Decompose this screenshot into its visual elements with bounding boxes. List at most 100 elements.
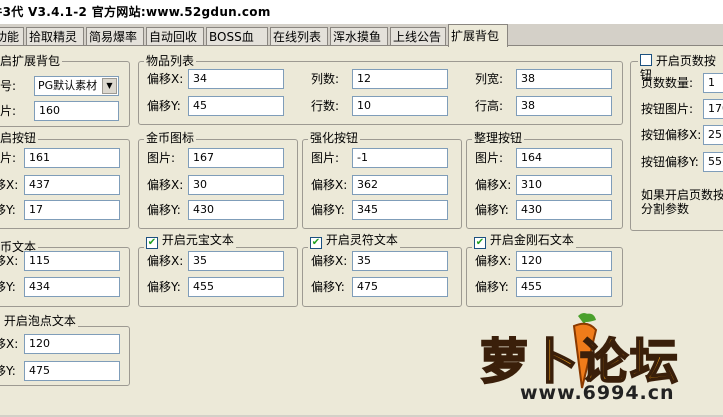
diamond-offset-y-label: 偏移Y:: [475, 280, 509, 294]
item-offset-y-input[interactable]: 45: [188, 96, 284, 116]
coin-offset-x-input[interactable]: 30: [188, 175, 284, 195]
sort-image-input[interactable]: 164: [516, 148, 612, 168]
page-button-note-2: 分割参数: [641, 202, 690, 216]
sort-offset-x-input[interactable]: 310: [516, 175, 612, 195]
enhance-offset-y-label: 偏移Y:: [311, 203, 345, 217]
page-count-label: 页数数量:: [641, 76, 694, 90]
bag-id-label: 编号:: [0, 79, 17, 93]
item-offset-x-input[interactable]: 34: [188, 69, 284, 89]
gold-offset-x-input[interactable]: 115: [24, 251, 120, 271]
bubble-text-title: 开启泡点文本: [3, 314, 76, 328]
page-image-label: 按钮图片:: [641, 102, 694, 116]
tab-online-list[interactable]: 在线列表: [270, 27, 328, 45]
enhance-image-label: 图片:: [311, 151, 340, 165]
gold-offset-y-input[interactable]: 434: [24, 277, 120, 297]
enhance-offset-x-label: 偏移X:: [311, 178, 348, 192]
page-image-input[interactable]: 170: [703, 99, 723, 119]
coin-offset-y-label: 偏移Y:: [147, 203, 181, 217]
tab-auto-recycle[interactable]: 自动回收: [146, 27, 204, 45]
lingfu-text-header: ✔ 开启灵符文本: [308, 233, 400, 249]
enhance-image-input[interactable]: -1: [352, 148, 448, 168]
yuanbao-offset-y-label: 偏移Y:: [147, 280, 181, 294]
item-offset-y-label: 偏移Y:: [147, 99, 181, 113]
bag-image-label: 图片:: [0, 104, 17, 118]
coin-image-label: 图片:: [147, 151, 176, 165]
item-rows-input[interactable]: 10: [352, 96, 448, 116]
item-col-width-label: 列宽:: [475, 72, 504, 86]
tab-simple-droprate[interactable]: 简易爆率: [86, 27, 144, 45]
yuanbao-checkbox[interactable]: ✔: [146, 237, 158, 249]
tab-boss-hpbar[interactable]: BOSS血条: [206, 27, 268, 62]
yuanbao-text-title: 开启元宝文本: [161, 233, 234, 247]
tab-login-notice[interactable]: 上线公告: [390, 27, 446, 45]
bag-id-select[interactable]: PG默认素材 ▼: [34, 76, 119, 96]
lingfu-offset-y-input[interactable]: 475: [352, 277, 448, 297]
diamond-text-title: 开启金刚石文本: [489, 233, 574, 247]
coin-icon-title: 金币图标: [144, 131, 197, 145]
open-offset-y-label: 偏移Y:: [0, 203, 16, 217]
enhance-offset-y-input[interactable]: 345: [352, 200, 448, 220]
yuanbao-text-header: ✔ 开启元宝文本: [144, 233, 236, 249]
enhance-button-title: 强化按钮: [308, 131, 361, 145]
yuanbao-offset-y-input[interactable]: 455: [188, 277, 284, 297]
item-cols-label: 列数:: [311, 72, 340, 86]
item-row-height-label: 行高:: [475, 99, 504, 113]
watermark-url: www.6994.cn: [520, 382, 675, 404]
bubble-offset-y-input[interactable]: 475: [24, 361, 120, 381]
bag-id-value: PG默认素材: [38, 79, 98, 92]
diamond-text-header: ✔ 开启金刚石文本: [472, 233, 576, 249]
yuanbao-offset-x-input[interactable]: 35: [188, 251, 284, 271]
bubble-offset-x-input[interactable]: 120: [24, 334, 120, 354]
lingfu-checkbox[interactable]: ✔: [310, 237, 322, 249]
page-offset-y-input[interactable]: 55,5: [703, 152, 723, 172]
tab-muddy-fishing[interactable]: 浑水摸鱼: [330, 27, 388, 45]
gold-offset-y-label: 偏移Y:: [0, 280, 16, 294]
page-button-checkbox[interactable]: [640, 54, 652, 66]
coin-offset-x-label: 偏移X:: [147, 178, 184, 192]
item-col-width-input[interactable]: 38: [516, 69, 612, 89]
tab-extended-bag[interactable]: 扩展背包: [448, 24, 508, 47]
lingfu-text-title: 开启灵符文本: [325, 233, 398, 247]
item-cols-input[interactable]: 12: [352, 69, 448, 89]
page-offset-x-label: 按钮偏移X:: [641, 128, 702, 142]
tab-bar: 功能 拾取精灵 简易爆率 自动回收 BOSS血条 在线列表 浑水摸鱼 上线公告 …: [0, 24, 723, 62]
item-list-title: 物品列表: [144, 54, 197, 68]
tab-pickup-sprite[interactable]: 拾取精灵: [26, 27, 84, 45]
bubble-text-header: 开启泡点文本: [0, 313, 78, 328]
open-offset-y-input[interactable]: 17: [24, 200, 120, 220]
item-row-height-input[interactable]: 38: [516, 96, 612, 116]
diamond-offset-x-label: 偏移X:: [475, 254, 512, 268]
diamond-offset-x-input[interactable]: 120: [516, 251, 612, 271]
yuanbao-offset-x-label: 偏移X:: [147, 254, 184, 268]
lingfu-offset-y-label: 偏移Y:: [311, 280, 345, 294]
item-offset-x-label: 偏移X:: [147, 72, 184, 86]
open-image-label: 图片:: [0, 151, 17, 165]
open-image-input[interactable]: 161: [24, 148, 120, 168]
sort-button-title: 整理按钮: [472, 131, 525, 145]
enhance-offset-x-input[interactable]: 362: [352, 175, 448, 195]
site-watermark: 萝卜论坛 www.6994.cn: [470, 310, 723, 414]
bubble-offset-x-label: 偏移X:: [0, 337, 19, 351]
tab-function[interactable]: 功能: [0, 27, 24, 45]
diamond-offset-y-input[interactable]: 455: [516, 277, 612, 297]
page-offset-x-input[interactable]: 25,6: [703, 125, 723, 145]
sort-offset-y-input[interactable]: 430: [516, 200, 612, 220]
enable-extended-bag-title: 开启扩展背包: [0, 54, 63, 68]
page-offset-y-label: 按钮偏移Y:: [641, 155, 699, 169]
lingfu-offset-x-label: 偏移X:: [311, 254, 348, 268]
lingfu-offset-x-input[interactable]: 35: [352, 251, 448, 271]
diamond-checkbox[interactable]: ✔: [474, 237, 486, 249]
bag-image-input[interactable]: 160: [34, 101, 119, 121]
open-button-title: 开启按钮: [0, 131, 39, 145]
coin-offset-y-input[interactable]: 430: [188, 200, 284, 220]
sort-offset-y-label: 偏移Y:: [475, 203, 509, 217]
window-title: 插件3代 V3.4.1-2 官方网站:www.52gdun.com: [0, 5, 271, 19]
open-offset-x-input[interactable]: 437: [24, 175, 120, 195]
page-button-note-1: 如果开启页数按钮: [641, 188, 723, 202]
gold-offset-x-label: 偏移X:: [0, 254, 19, 268]
coin-image-input[interactable]: 167: [188, 148, 284, 168]
sort-offset-x-label: 偏移X:: [475, 178, 512, 192]
open-offset-x-label: 偏移X:: [0, 178, 19, 192]
page-count-input[interactable]: 1: [703, 73, 723, 93]
chevron-down-icon[interactable]: ▼: [102, 78, 117, 94]
